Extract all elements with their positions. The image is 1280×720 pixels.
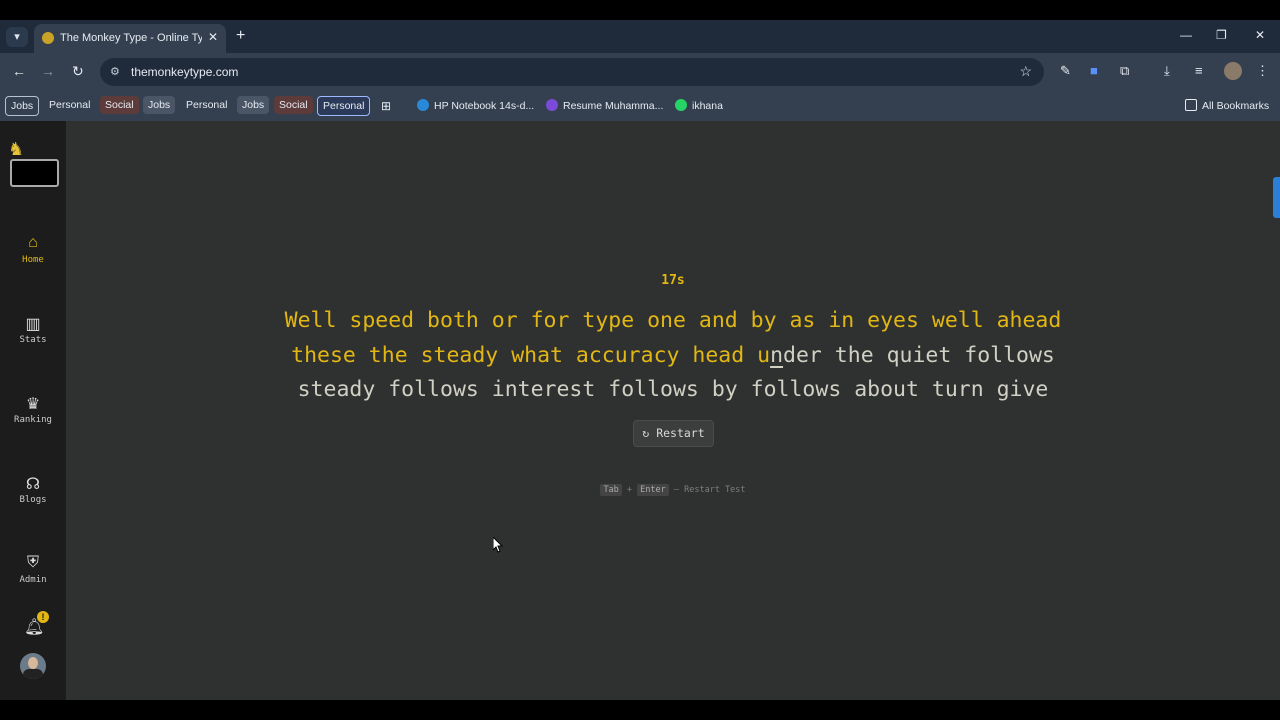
untyped-words: der the quiet follows <box>783 342 1055 368</box>
enter-key: Enter <box>637 484 669 496</box>
site-info-icon[interactable]: ⚙ <box>110 65 120 78</box>
url-text[interactable]: themonkeytype.com <box>131 65 238 79</box>
main-content <box>66 121 1280 700</box>
tab-title: The Monkey Type - Online Typing <box>60 32 202 44</box>
restart-button[interactable]: ↻ Restart <box>633 420 714 447</box>
forward-arrow-icon[interactable]: → <box>41 63 55 79</box>
active-tab[interactable]: The Monkey Type - Online Typing ✕ <box>34 24 226 53</box>
minimize-button[interactable]: — <box>1180 28 1192 42</box>
sidebar-item-stats[interactable]: ▥ Stats <box>0 314 66 345</box>
sidebar-item-home[interactable]: ⌂ Home <box>0 234 66 265</box>
hp-icon <box>417 99 429 111</box>
trophy-icon: ♛ <box>25 396 41 413</box>
screen: ▾ The Monkey Type - Online Typing ✕ + — … <box>0 0 1280 720</box>
whatsapp-icon <box>675 99 687 111</box>
tab-key: Tab <box>600 484 622 496</box>
sidebar-item-admin[interactable]: ⛨ Admin <box>0 554 66 585</box>
monkey-logo-icon: ♞ <box>8 139 25 159</box>
bookmark-folder[interactable]: Jobs <box>5 96 40 116</box>
avatar[interactable] <box>20 653 46 679</box>
bookmark-folder[interactable]: Personal <box>181 96 232 114</box>
bookmarks-bar: Jobs Personal Social Jobs Personal Jobs … <box>0 91 1280 121</box>
restore-button[interactable]: ❐ <box>1216 28 1227 42</box>
bookmark-folder[interactable]: Jobs <box>237 96 270 114</box>
extensions-puzzle-icon[interactable]: ⧉ <box>1120 63 1129 79</box>
bookmark-link[interactable]: ikhana <box>670 96 728 115</box>
bookmark-star-icon[interactable]: ☆ <box>1019 63 1032 80</box>
bookmark-link[interactable]: HP Notebook 14s-d... <box>412 96 539 115</box>
download-icon[interactable]: ⤓ <box>1164 63 1170 79</box>
browser-menu-icon[interactable]: ⋮ <box>1256 63 1269 79</box>
profile-avatar[interactable] <box>1224 62 1242 80</box>
bookmark-folder[interactable]: Social <box>100 96 139 114</box>
scrollbar[interactable] <box>1273 177 1280 218</box>
stats-icon: ▥ <box>25 316 41 333</box>
blog-icon: ☊ <box>25 476 41 493</box>
sidebar-item-blogs[interactable]: ☊ Blogs <box>0 474 66 505</box>
caret-letter: n <box>770 342 784 368</box>
keyboard-logo-icon <box>10 159 59 187</box>
bookmark-folder[interactable]: Personal <box>44 96 95 114</box>
typed-words: these the steady what accuracy head u <box>291 342 771 368</box>
bookmark-link[interactable]: Resume Muhamma... <box>541 96 668 115</box>
new-tab-button[interactable]: + <box>236 27 245 45</box>
tab-groups-icon[interactable]: ⊞ <box>376 96 396 116</box>
typed-words: Well speed both or for type one and by a… <box>284 308 1062 333</box>
bookmark-folder[interactable]: Personal <box>317 96 371 116</box>
tab-strip: ▾ The Monkey Type - Online Typing ✕ + — … <box>0 20 1280 53</box>
sidebar-item-ranking[interactable]: ♛ Ranking <box>0 394 66 425</box>
tab-search-button[interactable]: ▾ <box>6 27 28 47</box>
admin-icon: ⛨ <box>26 554 39 571</box>
all-bookmarks-button[interactable]: All Bookmarks <box>1180 96 1274 115</box>
address-bar[interactable]: ⚙ themonkeytype.com ☆ <box>100 58 1044 86</box>
notification-badge: ! <box>37 611 49 623</box>
untyped-words: steady follows interest follows by follo… <box>297 377 1049 402</box>
eyedropper-icon[interactable]: ✎ <box>1060 63 1071 79</box>
resume-icon <box>546 99 558 111</box>
back-arrow-icon[interactable]: ← <box>12 63 26 79</box>
tab-close-icon[interactable]: ✕ <box>208 30 218 44</box>
close-window-button[interactable]: ✕ <box>1255 28 1265 42</box>
media-control-icon[interactable]: ≡ <box>1195 63 1203 78</box>
folder-icon <box>1185 99 1197 111</box>
browser-toolbar: ← → ↻ ⚙ themonkeytype.com ☆ ✎ ■ ⧉ ⤓ ≡ ⋮ <box>0 53 1280 91</box>
home-icon: ⌂ <box>28 234 38 251</box>
sidebar: ♞ ⌂ Home ▥ Stats ♛ Ranking ☊ Blogs ⛨ Adm… <box>0 121 66 700</box>
bookmark-folder[interactable]: Jobs <box>143 96 176 114</box>
reload-icon[interactable]: ↻ <box>72 63 84 80</box>
timer: 17s <box>661 273 685 288</box>
extension-icon[interactable]: ■ <box>1090 63 1098 78</box>
typing-text[interactable]: Well speed both or for type one and by a… <box>200 304 1146 408</box>
keyboard-hint: Tab + Enter – Restart Test <box>560 484 786 496</box>
monkey-favicon-icon <box>42 32 54 44</box>
logo[interactable]: ♞ <box>8 139 59 191</box>
bookmark-folder[interactable]: Social <box>274 96 313 114</box>
